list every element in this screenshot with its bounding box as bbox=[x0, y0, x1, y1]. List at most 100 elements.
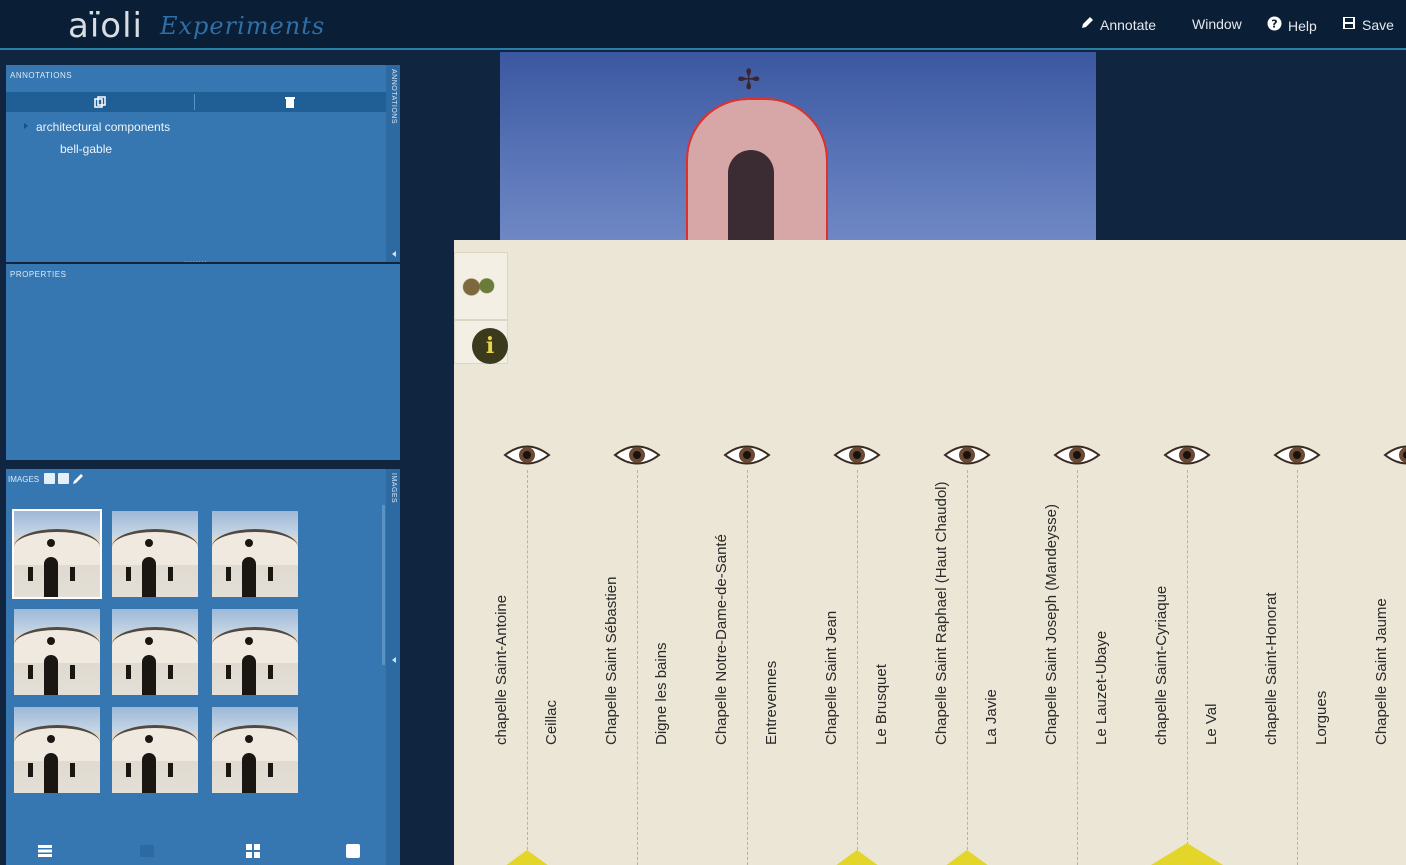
image-thumbnail[interactable] bbox=[12, 509, 102, 599]
images-panel: Images Images bbox=[6, 469, 400, 865]
eye-icon[interactable] bbox=[723, 440, 771, 470]
image-viewer[interactable]: ✢ bbox=[500, 52, 1096, 240]
timeline-entry-title[interactable]: chapelle Saint-Antoine bbox=[493, 595, 510, 745]
timeline-line bbox=[857, 470, 858, 865]
floppy-disk-icon bbox=[1342, 16, 1356, 33]
tree-node-bell-gable[interactable]: bell-gable bbox=[60, 142, 112, 156]
timeline-entry-place: Le Lauzet-Ubaye bbox=[1093, 630, 1110, 745]
eye-icon[interactable] bbox=[1163, 440, 1211, 470]
image-thumbnail[interactable] bbox=[112, 707, 198, 793]
timeline-entry-place: Digne les bains bbox=[653, 642, 670, 745]
tree-node-architectural-components[interactable]: architectural components bbox=[24, 120, 170, 134]
timeline-entry-place: La Javie bbox=[983, 689, 1000, 745]
properties-title: Properties bbox=[10, 270, 67, 279]
collapse-arrow-icon[interactable] bbox=[392, 251, 396, 257]
image-export-icon[interactable] bbox=[58, 473, 69, 484]
timeline-line bbox=[1297, 470, 1298, 865]
timeline-entry-title[interactable]: Chapelle Saint Raphael (Haut Chaudol) bbox=[933, 482, 950, 746]
timeline-marker[interactable] bbox=[505, 850, 549, 865]
timeline-entry-title[interactable]: Chapelle Saint Jaume bbox=[1373, 598, 1390, 745]
annotation-outline[interactable] bbox=[686, 98, 828, 240]
help-icon: ? bbox=[1267, 16, 1282, 34]
image-thumbnail[interactable] bbox=[14, 609, 100, 695]
grid-view-icon[interactable] bbox=[246, 844, 260, 858]
eye-icon[interactable] bbox=[1273, 440, 1321, 470]
timeline-line bbox=[967, 470, 968, 865]
annotate-menu[interactable]: Annotate bbox=[1080, 16, 1156, 33]
timeline-entry-title[interactable]: Chapelle Saint Jean bbox=[823, 611, 840, 745]
timeline-line bbox=[527, 470, 528, 865]
images-title: Images bbox=[8, 475, 40, 484]
annotations-panel: Annotations architectural components bel… bbox=[6, 65, 400, 267]
caret-right-icon[interactable] bbox=[24, 123, 28, 129]
timeline-entry-title[interactable]: Chapelle Saint Joseph (Mandeysse) bbox=[1043, 504, 1060, 745]
timeline-line bbox=[1077, 470, 1078, 865]
timeline-entry-title[interactable]: Chapelle Notre-Dame-de-Santé bbox=[713, 534, 730, 745]
pencil-icon bbox=[1080, 16, 1094, 33]
image-thumbnail[interactable] bbox=[212, 707, 298, 793]
timeline-marker[interactable] bbox=[835, 850, 879, 865]
image-thumbnail[interactable] bbox=[212, 511, 298, 597]
help-label: Help bbox=[1288, 18, 1317, 34]
image-thumbnail[interactable] bbox=[14, 707, 100, 793]
info-icon[interactable]: i bbox=[472, 328, 508, 364]
timeline-line bbox=[1187, 470, 1188, 865]
annotations-side-label: Annotations bbox=[390, 69, 397, 125]
cross-icon: ✢ bbox=[737, 64, 761, 95]
top-bar: aïoli Experiments Annotate Window ? Help… bbox=[0, 0, 1406, 50]
tree-node-label: architectural components bbox=[36, 120, 171, 134]
eye-icon[interactable] bbox=[833, 440, 881, 470]
save-label: Save bbox=[1362, 17, 1394, 33]
timeline-line bbox=[747, 470, 748, 865]
grid-small-view-icon[interactable] bbox=[140, 844, 154, 858]
timeline-entry-place: Le Brusquet bbox=[873, 664, 890, 745]
delete-annotation-button[interactable] bbox=[196, 92, 384, 112]
app-logo: aïoli bbox=[68, 6, 143, 46]
edit-icon[interactable] bbox=[72, 472, 84, 490]
timeline-thumbnail[interactable] bbox=[454, 252, 508, 320]
timeline-entry-place: Lorgues bbox=[1313, 690, 1330, 745]
timeline-marker[interactable] bbox=[1151, 843, 1223, 865]
annotations-side-tab[interactable]: Annotations bbox=[386, 65, 400, 262]
window-label: Window bbox=[1192, 16, 1242, 32]
copy-annotation-button[interactable] bbox=[6, 92, 194, 112]
timeline-entry-place: Le Val bbox=[1203, 703, 1220, 745]
svg-text:?: ? bbox=[1271, 18, 1277, 31]
annotations-toolbar bbox=[6, 92, 386, 112]
list-view-icon[interactable] bbox=[38, 844, 52, 858]
eye-icon[interactable] bbox=[503, 440, 551, 470]
timeline-entry-title[interactable]: chapelle Saint-Honorat bbox=[1263, 592, 1280, 745]
timeline-marker[interactable] bbox=[945, 850, 989, 865]
annotate-label: Annotate bbox=[1100, 17, 1157, 33]
image-thumbnail[interactable] bbox=[112, 609, 198, 695]
window-menu[interactable]: Window bbox=[1192, 16, 1242, 32]
image-thumbnail[interactable] bbox=[212, 609, 298, 695]
eye-icon[interactable] bbox=[943, 440, 991, 470]
save-menu[interactable]: Save bbox=[1342, 16, 1394, 33]
eye-icon[interactable] bbox=[1383, 440, 1406, 470]
timeline-entry-title[interactable]: Chapelle Saint Sébastien bbox=[603, 577, 620, 745]
annotations-title: Annotations bbox=[10, 71, 73, 80]
collapse-arrow-icon[interactable] bbox=[392, 657, 396, 663]
images-scrollbar[interactable] bbox=[382, 505, 385, 665]
timeline-entry-place: Ceillac bbox=[543, 699, 560, 745]
view-mode-bar bbox=[6, 837, 386, 865]
timeline-entry-place: Entrevennes bbox=[763, 660, 780, 745]
eye-icon[interactable] bbox=[613, 440, 661, 470]
copy-icon bbox=[94, 95, 106, 109]
single-view-icon[interactable] bbox=[346, 844, 360, 858]
tree-node-label: bell-gable bbox=[60, 142, 113, 156]
app-subtitle: Experiments bbox=[160, 12, 326, 40]
timeline-panel: i chapelle Saint-Antoine Ceillac Chapelle … bbox=[454, 240, 1406, 865]
timeline-line bbox=[637, 470, 638, 865]
images-side-label: Images bbox=[390, 473, 397, 504]
plant-image bbox=[457, 275, 505, 299]
images-side-tab[interactable]: Images bbox=[386, 469, 400, 865]
toolbar-divider bbox=[194, 94, 195, 110]
trash-icon bbox=[285, 95, 295, 109]
image-thumbnail[interactable] bbox=[112, 511, 198, 597]
help-menu[interactable]: ? Help bbox=[1267, 16, 1317, 34]
timeline-entry-title[interactable]: chapelle Saint-Cyriaque bbox=[1153, 586, 1170, 745]
eye-icon[interactable] bbox=[1053, 440, 1101, 470]
image-add-icon[interactable] bbox=[44, 473, 55, 484]
